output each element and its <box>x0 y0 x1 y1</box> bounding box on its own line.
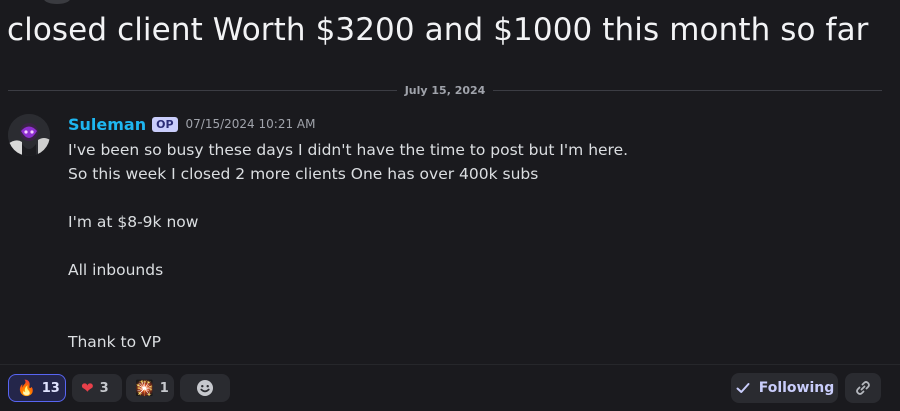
following-button[interactable]: Following <box>731 373 838 403</box>
message-line: So this week I closed 2 more clients One… <box>68 165 539 183</box>
avatar-image <box>8 114 50 156</box>
copy-link-button[interactable] <box>845 373 881 403</box>
reactions-bar: 🔥 13 ❤ 3 🎇 1 Following <box>0 364 900 411</box>
thread-title: closed client Worth $3200 and $1000 this… <box>7 12 869 48</box>
divider-line <box>493 89 883 91</box>
message-line: I've been so busy these days I didn't ha… <box>68 141 629 159</box>
reaction-heart[interactable]: ❤ 3 <box>72 374 122 402</box>
date-divider: July 15, 2024 <box>8 82 883 98</box>
message-line: I'm at $8-9k now <box>68 213 199 231</box>
message-line: Thank to VP <box>68 333 161 351</box>
checkmark-icon <box>736 383 750 393</box>
author-name[interactable]: Suleman <box>68 115 146 134</box>
message-line: All inbounds <box>68 261 164 279</box>
reaction-sparkler[interactable]: 🎇 1 <box>126 374 174 402</box>
avatar[interactable] <box>8 114 50 156</box>
smile-icon <box>197 380 213 396</box>
op-badge: OP <box>152 116 178 132</box>
forum-thread-view: closed client Worth $3200 and $1000 this… <box>0 0 900 411</box>
divider-line <box>8 89 397 91</box>
message-timestamp: 07/15/2024 10:21 AM <box>185 117 316 131</box>
reaction-count: 3 <box>99 380 109 396</box>
message-header: Suleman OP 07/15/2024 10:21 AM <box>68 114 315 134</box>
message-body: I've been so busy these days I didn't ha… <box>68 138 868 354</box>
fire-icon: 🔥 <box>17 378 36 397</box>
reaction-count: 1 <box>159 380 169 396</box>
reaction-fire[interactable]: 🔥 13 <box>8 374 66 402</box>
following-label: Following <box>758 380 835 396</box>
sparkler-icon: 🎇 <box>135 378 154 397</box>
link-icon <box>856 381 870 395</box>
reaction-count: 13 <box>41 380 60 396</box>
date-divider-text: July 15, 2024 <box>404 83 486 97</box>
avatar-partial <box>44 0 70 4</box>
heart-icon: ❤ <box>81 378 94 397</box>
add-reaction-button[interactable] <box>180 374 230 402</box>
